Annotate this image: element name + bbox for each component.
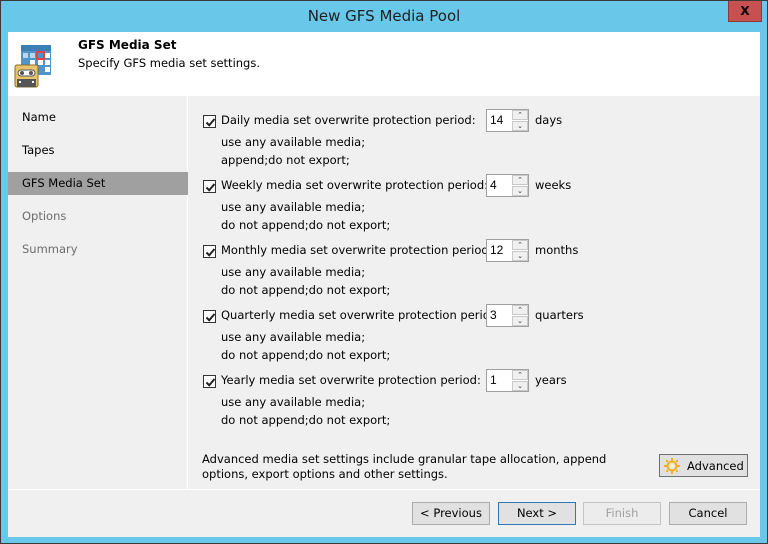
quarterly-checkbox[interactable]	[203, 310, 216, 323]
daily-media-option: use any available media;	[221, 135, 366, 149]
title-bar: New GFS Media Pool	[1, 1, 767, 32]
wizard-steps: Name Tapes GFS Media Set Options Summary	[8, 96, 188, 489]
advanced-description: Advanced media set settings include gran…	[202, 452, 607, 481]
increment-button[interactable]: ⌃	[512, 240, 528, 250]
sidebar-item-name[interactable]: Name	[8, 106, 188, 129]
increment-button[interactable]: ⌃	[512, 110, 528, 120]
monthly-unit: months	[535, 243, 579, 257]
page-title: GFS Media Set	[78, 38, 177, 52]
cancel-button[interactable]: Cancel	[669, 502, 747, 525]
page-subtitle: Specify GFS media set settings.	[78, 56, 261, 70]
weekly-media-option: use any available media;	[221, 200, 366, 214]
sidebar-item-gfs-media-set[interactable]: GFS Media Set	[8, 172, 188, 195]
monthly-label: Monthly media set overwrite protection p…	[221, 243, 493, 257]
advanced-button[interactable]: Advanced	[659, 454, 748, 477]
quarterly-label: Quarterly media set overwrite protection…	[221, 308, 501, 322]
daily-unit: days	[535, 113, 563, 127]
yearly-period-value[interactable]: 1	[490, 373, 497, 387]
decrement-button[interactable]: ⌄	[512, 186, 528, 196]
dialog-window: New GFS Media Pool X GFS Media Set Speci…	[0, 0, 768, 544]
daily-period-stepper[interactable]: 14 ⌃ ⌄	[486, 109, 529, 132]
previous-button[interactable]: < Previous	[412, 502, 490, 525]
window-title: New GFS Media Pool	[307, 7, 461, 25]
dialog-client: GFS Media Set Specify GFS media set sett…	[8, 32, 760, 537]
decrement-button[interactable]: ⌄	[512, 381, 528, 391]
checkmark-icon	[205, 313, 216, 322]
weekly-period-value[interactable]: 4	[490, 178, 497, 192]
close-button[interactable]: X	[728, 1, 762, 22]
monthly-period-stepper[interactable]: 12 ⌃ ⌄	[486, 239, 529, 262]
quarterly-period-stepper[interactable]: 3 ⌃ ⌄	[486, 304, 529, 327]
checkmark-icon	[205, 183, 216, 192]
quarterly-unit: quarters	[535, 308, 584, 322]
quarterly-media-option: use any available media;	[221, 330, 366, 344]
weekly-checkbox[interactable]	[203, 180, 216, 193]
checkmark-icon	[205, 248, 216, 257]
monthly-checkbox[interactable]	[203, 245, 216, 258]
sidebar-item-tapes[interactable]: Tapes	[8, 139, 188, 162]
yearly-period-stepper[interactable]: 1 ⌃ ⌄	[486, 369, 529, 392]
daily-checkbox[interactable]	[203, 115, 216, 128]
decrement-button[interactable]: ⌄	[512, 251, 528, 261]
monthly-period-value[interactable]: 12	[490, 243, 503, 257]
quarterly-append-option: do not append;do not export;	[221, 348, 391, 362]
yearly-media-option: use any available media;	[221, 395, 366, 409]
yearly-label: Yearly media set overwrite protection pe…	[221, 373, 481, 387]
gear-icon	[664, 458, 680, 474]
quarterly-period-value[interactable]: 3	[490, 308, 497, 322]
sidebar-item-summary: Summary	[22, 242, 78, 256]
yearly-append-option: do not append;do not export;	[221, 413, 391, 427]
calendar-tape-icon	[14, 45, 51, 88]
increment-button[interactable]: ⌃	[512, 175, 528, 185]
weekly-unit: weeks	[535, 178, 572, 192]
finish-button: Finish	[583, 502, 661, 525]
weekly-period-stepper[interactable]: 4 ⌃ ⌄	[486, 174, 529, 197]
footer-divider	[8, 489, 760, 490]
checkmark-icon	[205, 118, 216, 127]
checkmark-icon	[205, 378, 216, 387]
increment-button[interactable]: ⌃	[512, 305, 528, 315]
gfs-settings-panel: Daily media set overwrite protection per…	[189, 96, 760, 489]
increment-button[interactable]: ⌃	[512, 370, 528, 380]
decrement-button[interactable]: ⌄	[512, 316, 528, 326]
sidebar-item-options: Options	[22, 209, 67, 223]
yearly-unit: years	[535, 373, 567, 387]
monthly-media-option: use any available media;	[221, 265, 366, 279]
daily-period-value[interactable]: 14	[490, 113, 503, 127]
close-icon: X	[740, 4, 750, 18]
decrement-button[interactable]: ⌄	[512, 121, 528, 131]
weekly-append-option: do not append;do not export;	[221, 218, 391, 232]
daily-append-option: append;do not export;	[221, 153, 350, 167]
monthly-append-option: do not append;do not export;	[221, 283, 391, 297]
wizard-header: GFS Media Set Specify GFS media set sett…	[8, 32, 760, 96]
daily-label: Daily media set overwrite protection per…	[221, 113, 476, 127]
next-button[interactable]: Next >	[498, 502, 576, 525]
weekly-label: Weekly media set overwrite protection pe…	[221, 178, 488, 192]
advanced-button-label: Advanced	[687, 459, 744, 473]
yearly-checkbox[interactable]	[203, 375, 216, 388]
